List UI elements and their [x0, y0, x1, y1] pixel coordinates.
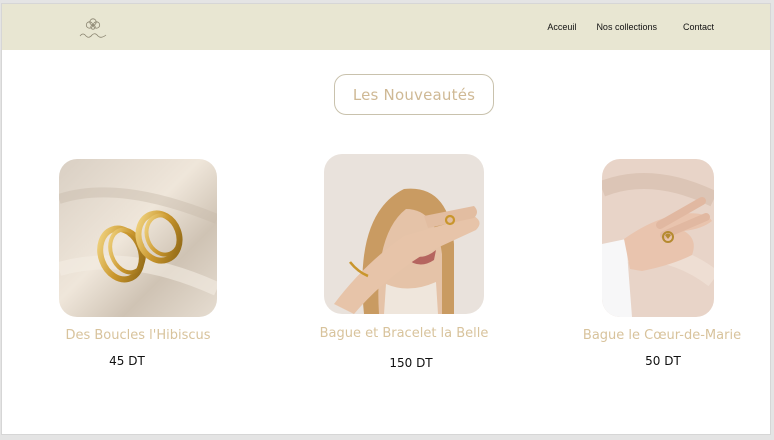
nav-item-nos-collections[interactable]: Nos collections — [596, 22, 657, 32]
product-price: 150 DT — [389, 356, 433, 370]
product-name[interactable]: Bague et Bracelet la Belle — [307, 326, 501, 341]
product-price: 50 DT — [645, 354, 681, 368]
product-image-heart-ring[interactable] — [602, 159, 714, 317]
section-title-button[interactable]: Les Nouveautés — [334, 74, 494, 115]
nav-item-acceuil[interactable]: Acceuil — [547, 22, 576, 32]
product-image-ring-bracelet[interactable] — [324, 154, 484, 314]
page-frame: Acceuil Nos collections Contact Les Nouv… — [1, 3, 771, 435]
product-image-earrings[interactable] — [59, 159, 217, 317]
navbar: Acceuil Nos collections Contact — [2, 4, 770, 50]
nav-item-contact[interactable]: Contact — [683, 22, 714, 32]
nav-links: Acceuil Nos collections Contact — [547, 4, 714, 50]
product-name[interactable]: Bague le Cœur-de-Marie — [574, 328, 750, 343]
product-price: 45 DT — [109, 354, 145, 368]
brand-logo[interactable] — [76, 15, 110, 41]
product-name[interactable]: Des Boucles l'Hibiscus — [59, 328, 217, 343]
